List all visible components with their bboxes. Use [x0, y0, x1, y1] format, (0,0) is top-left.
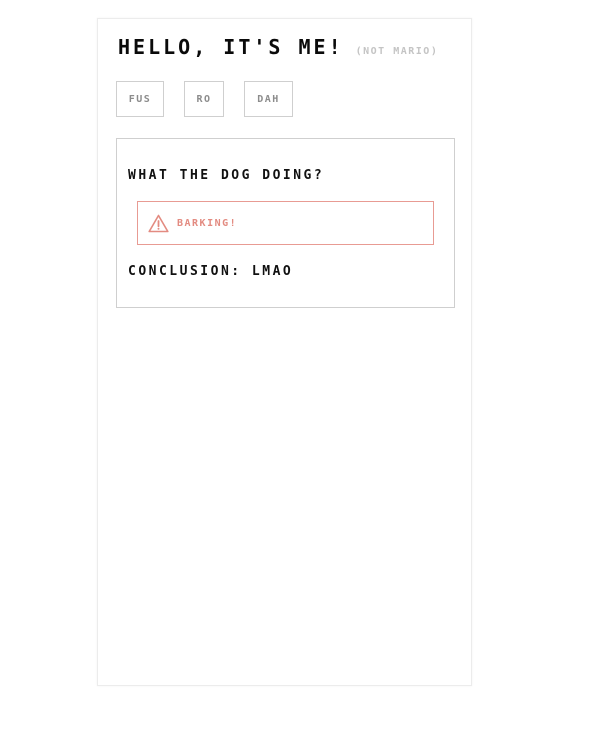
- header: HELLO, IT'S ME! (NOT MARIO): [118, 35, 438, 59]
- warning-icon: [148, 214, 169, 233]
- alert-text: BARKING!: [177, 217, 238, 229]
- fus-button[interactable]: FUS: [116, 81, 164, 117]
- page-title: HELLO, IT'S ME!: [118, 35, 344, 59]
- dog-panel: WHAT THE DOG DOING? BARKING! CONCLUSION:…: [116, 138, 455, 308]
- panel-question: WHAT THE DOG DOING?: [128, 168, 325, 183]
- page-subtitle: (NOT MARIO): [355, 46, 439, 57]
- ro-button[interactable]: RO: [184, 81, 224, 117]
- dah-button[interactable]: DAH: [244, 81, 293, 117]
- main-card: HELLO, IT'S ME! (NOT MARIO) FUS RO DAH W…: [97, 18, 472, 686]
- panel-conclusion: CONCLUSION: LMAO: [128, 264, 294, 279]
- warning-alert: BARKING!: [137, 201, 434, 245]
